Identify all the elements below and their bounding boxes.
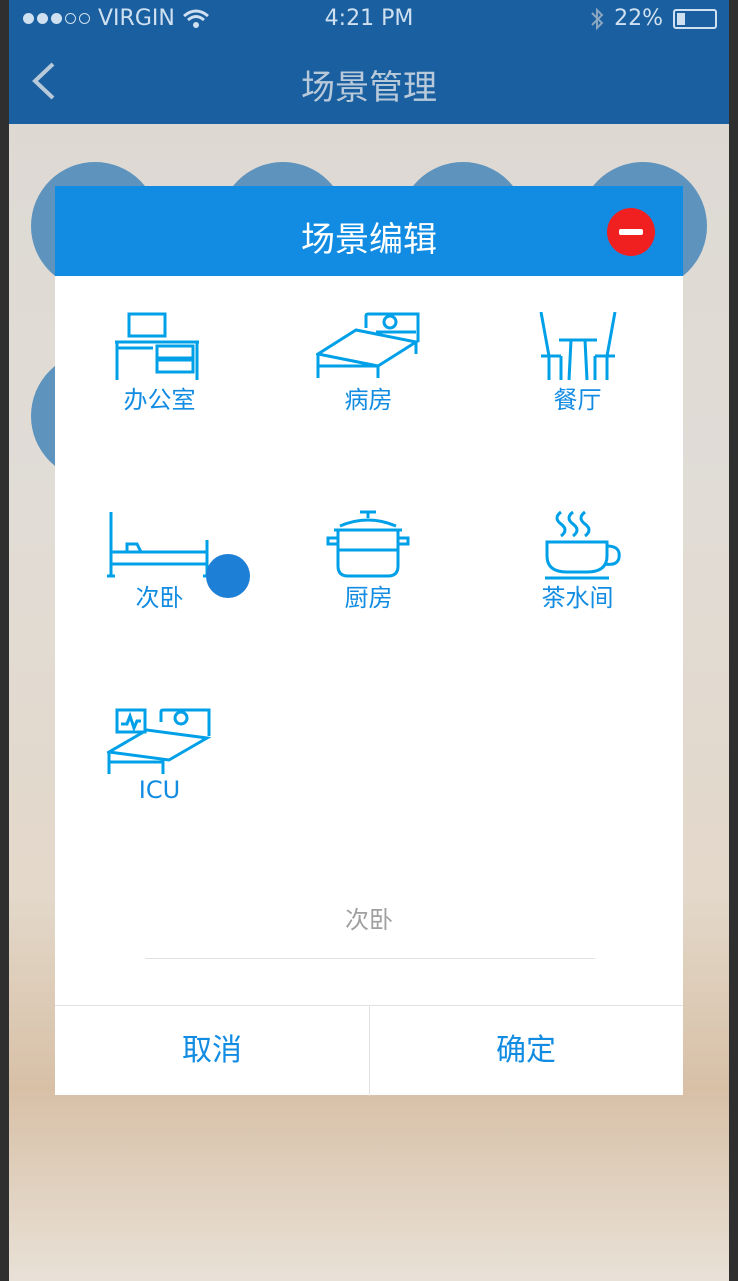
scene-label: 办公室 xyxy=(123,386,196,414)
secondary-bedroom-icon xyxy=(107,512,211,578)
battery-level xyxy=(677,12,685,25)
office-desk-icon xyxy=(115,312,199,380)
scene-edit-dialog: 场景编辑 办公室 病房 餐厅 次卧 厨房 茶水间 ICU 次卧 取消 确定 xyxy=(55,186,683,1096)
selected-check-icon xyxy=(206,554,330,643)
battery-percent: 22% xyxy=(614,6,663,31)
status-bar: VIRGIN 4:21 PM 22% xyxy=(9,0,729,38)
scene-label: 病房 xyxy=(344,386,393,414)
scene-label: 厨房 xyxy=(344,584,393,612)
dialog-header: 场景编辑 xyxy=(55,186,683,276)
delete-minus-button[interactable] xyxy=(607,208,655,256)
dialog-title: 场景编辑 xyxy=(301,220,437,260)
scene-label: ICU xyxy=(138,776,181,804)
scene-name-input[interactable]: 次卧 xyxy=(55,900,683,935)
confirm-button[interactable]: 确定 xyxy=(369,1006,683,1096)
ward-bed-icon xyxy=(316,312,420,378)
battery-icon xyxy=(673,8,717,29)
scene-item-tea-room[interactable]: 茶水间 xyxy=(473,474,682,624)
input-underline xyxy=(145,958,595,959)
bluetooth-icon xyxy=(591,7,604,30)
dialog-footer: 取消 确定 xyxy=(55,1005,683,1096)
status-right: 22% xyxy=(590,6,717,31)
phone-screen: VIRGIN 4:21 PM 22% 场景管理 场景编辑 办公室 病房 餐厅 次… xyxy=(9,0,729,1281)
scene-item-dining[interactable]: 餐厅 xyxy=(473,276,682,426)
scene-item-ward[interactable]: 病房 xyxy=(264,276,473,426)
scene-item-office[interactable]: 办公室 xyxy=(55,276,264,426)
scene-label: 餐厅 xyxy=(553,386,602,414)
scene-label: 茶水间 xyxy=(541,584,614,612)
tea-cup-icon xyxy=(545,510,621,580)
cancel-button[interactable]: 取消 xyxy=(55,1006,369,1096)
cooking-pot-icon xyxy=(326,510,410,578)
icu-bed-icon xyxy=(107,708,211,774)
nav-bar: 场景管理 xyxy=(9,38,729,124)
page-title: 场景管理 xyxy=(301,68,437,108)
scene-item-kitchen[interactable]: 厨房 xyxy=(264,474,473,624)
dining-table-icon xyxy=(539,312,617,381)
scene-item-bedroom[interactable]: 次卧 xyxy=(55,474,330,643)
scene-item-icu[interactable]: ICU xyxy=(55,672,264,822)
